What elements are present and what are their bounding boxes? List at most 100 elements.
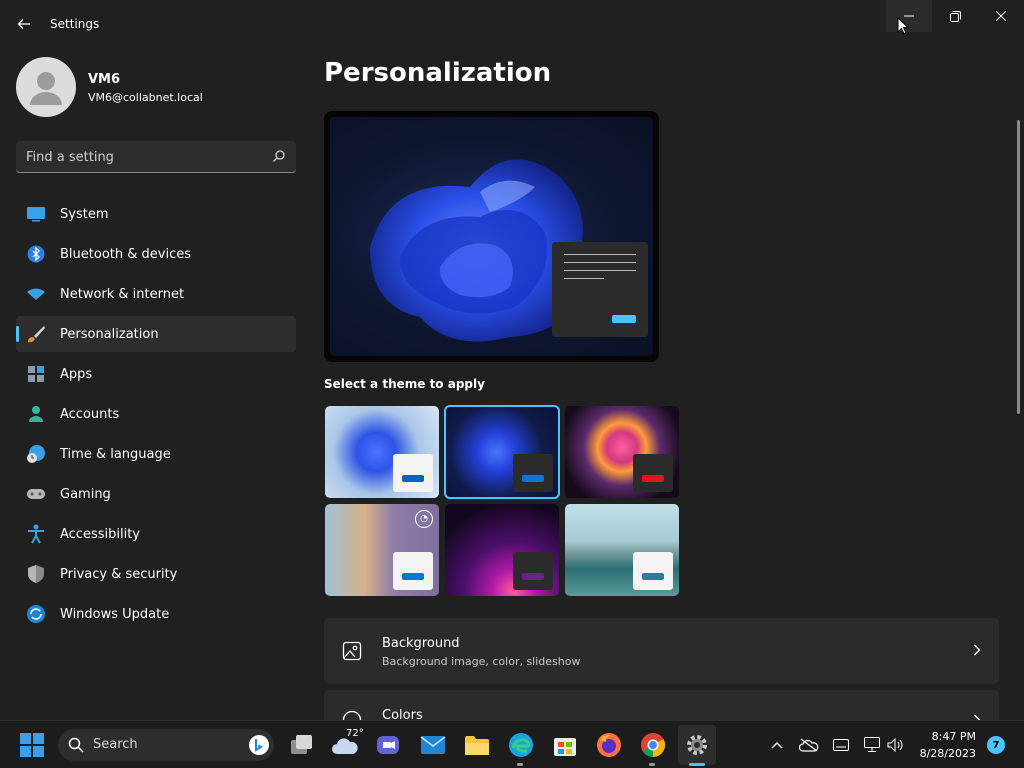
theme-tile-flow[interactable]	[565, 504, 679, 596]
theme-window-sample	[513, 552, 553, 590]
sidebar-item-network[interactable]: Network & internet	[16, 276, 296, 312]
settings-button[interactable]	[683, 731, 711, 759]
back-button[interactable]	[10, 10, 38, 38]
restore-button[interactable]	[932, 0, 978, 32]
sidebar-item-accounts[interactable]: Accounts	[16, 396, 296, 432]
sidebar-item-bluetooth[interactable]: Bluetooth & devices	[16, 236, 296, 272]
onedrive-offline-icon	[799, 738, 819, 752]
taskbar-search-label: Search	[93, 737, 138, 752]
sidebar-item-time-language[interactable]: Time & language	[16, 436, 296, 472]
clock-time[interactable]: 8:47 PM	[920, 730, 976, 743]
sidebar-item-label: Time & language	[60, 446, 171, 462]
title-bar: Settings	[0, 0, 1024, 48]
controller-icon	[26, 484, 46, 504]
themes-section-label: Select a theme to apply	[324, 377, 485, 391]
settings-gear-icon	[687, 735, 707, 755]
app-title: Settings	[50, 17, 100, 31]
settings-search-box[interactable]	[16, 141, 296, 173]
profile-name: VM6	[88, 72, 121, 87]
sidebar-item-windows-update[interactable]: Windows Update	[16, 596, 296, 632]
task-view-button[interactable]	[288, 731, 316, 759]
accounts-icon	[26, 404, 46, 424]
sidebar-item-privacy[interactable]: Privacy & security	[16, 556, 296, 592]
theme-tile-glow[interactable]	[565, 406, 679, 498]
back-arrow-icon	[17, 19, 30, 29]
theme-preview	[324, 111, 659, 362]
theme-slideshow-badge-icon: ◔	[415, 510, 433, 528]
close-button[interactable]	[978, 0, 1024, 32]
volume-button[interactable]	[882, 731, 910, 759]
search-icon	[68, 737, 84, 753]
keyboard-button[interactable]	[827, 731, 855, 759]
palette-icon	[342, 710, 362, 720]
system-icon	[26, 204, 46, 224]
taskbar-search[interactable]: Search	[58, 729, 274, 761]
theme-tile-dark-bloom[interactable]	[444, 405, 560, 499]
edge-running-indicator	[517, 763, 523, 766]
clock-date[interactable]: 8/28/2023	[914, 747, 976, 760]
mail-icon	[420, 736, 446, 754]
apps-icon	[26, 364, 46, 384]
card-title: Colors	[382, 708, 423, 720]
theme-window-sample	[513, 454, 553, 492]
preview-window-sample	[552, 242, 648, 337]
search-icon	[273, 150, 285, 162]
network-icon	[864, 737, 880, 752]
preview-accent-button	[612, 315, 636, 323]
edge-icon	[509, 733, 533, 757]
chevron-up-icon	[771, 742, 783, 749]
store-button[interactable]	[551, 731, 579, 759]
bing-icon[interactable]	[248, 734, 270, 756]
sidebar-nav: System Bluetooth & devices Network & int…	[16, 196, 296, 636]
theme-tile-sunrise[interactable]	[445, 504, 559, 596]
teams-chat-button[interactable]	[374, 731, 402, 759]
clock-globe-icon	[26, 444, 46, 464]
background-settings-card[interactable]: Background Background image, color, slid…	[324, 618, 999, 684]
sidebar-item-label: Gaming	[60, 486, 111, 502]
file-explorer-button[interactable]	[463, 731, 491, 759]
start-button[interactable]	[18, 731, 46, 759]
minimize-button[interactable]	[886, 0, 932, 32]
search-input[interactable]	[26, 147, 266, 167]
store-icon	[554, 738, 576, 756]
edge-button[interactable]	[507, 731, 535, 759]
sidebar-item-label: System	[60, 206, 109, 222]
update-icon	[26, 604, 46, 624]
sidebar-item-label: Bluetooth & devices	[60, 246, 191, 262]
profile-email: VM6@collabnet.local	[88, 91, 203, 104]
firefox-button[interactable]	[595, 731, 623, 759]
theme-window-sample	[633, 552, 673, 590]
sidebar-item-accessibility[interactable]: Accessibility	[16, 516, 296, 552]
teams-chat-icon	[377, 736, 399, 754]
sidebar-item-label: Accessibility	[60, 526, 140, 542]
main-scrollbar[interactable]	[1017, 120, 1020, 414]
theme-window-sample	[393, 552, 433, 590]
onedrive-button[interactable]	[795, 731, 823, 759]
user-avatar-icon	[30, 72, 62, 105]
brush-icon	[26, 324, 46, 344]
colors-settings-card[interactable]: Colors	[324, 690, 999, 720]
mail-button[interactable]	[419, 731, 447, 759]
sidebar-item-label: Accounts	[60, 406, 120, 422]
chrome-running-indicator	[649, 763, 655, 766]
close-icon	[996, 11, 1006, 21]
chrome-button[interactable]	[639, 731, 667, 759]
restore-icon	[949, 10, 961, 22]
wifi-icon	[26, 284, 46, 304]
windows-logo-icon	[20, 733, 44, 757]
sidebar-item-gaming[interactable]: Gaming	[16, 476, 296, 512]
task-view-icon	[291, 735, 312, 754]
theme-tile-captured-motion[interactable]: ◔	[325, 504, 439, 596]
sidebar-item-personalization[interactable]: Personalization	[16, 316, 296, 352]
chevron-right-icon	[974, 644, 981, 656]
sidebar-item-apps[interactable]: Apps	[16, 356, 296, 392]
preview-wallpaper	[330, 117, 653, 356]
theme-tile-light-bloom[interactable]	[325, 406, 439, 498]
card-subtitle: Background image, color, slideshow	[382, 655, 581, 668]
chrome-icon	[641, 733, 666, 757]
show-hidden-icons-button[interactable]	[763, 731, 791, 759]
avatar[interactable]	[16, 57, 76, 117]
notification-count-badge[interactable]: 7	[987, 736, 1005, 754]
speaker-icon	[887, 738, 903, 752]
sidebar-item-system[interactable]: System	[16, 196, 296, 232]
